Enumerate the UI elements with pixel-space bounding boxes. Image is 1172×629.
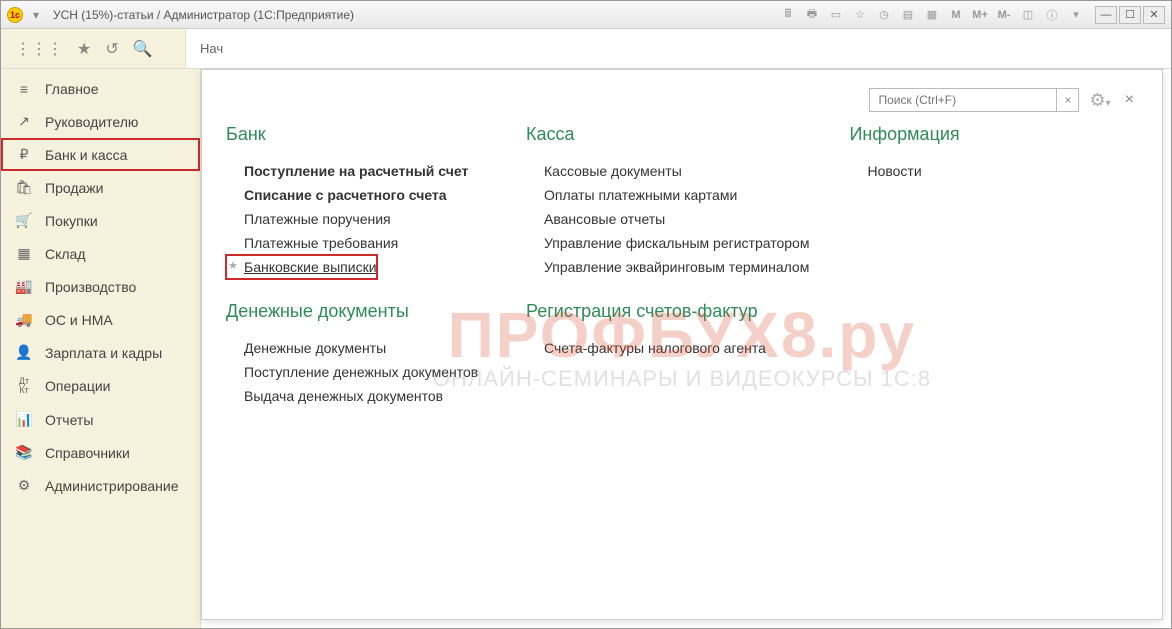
sidebar-icon: 🛒: [15, 212, 33, 229]
memory-m[interactable]: M: [947, 6, 965, 24]
sidebar-item-9[interactable]: ДтКт Операции: [1, 369, 200, 403]
menu-link[interactable]: Оплаты платежными картами: [526, 183, 809, 207]
panel-column-0: Банк Поступление на расчетный счетСписани…: [226, 124, 486, 408]
sidebar-icon: 🏭: [15, 278, 33, 295]
maximize-button[interactable]: ☐: [1119, 6, 1141, 24]
search-input[interactable]: [870, 93, 1056, 107]
column-title[interactable]: Денежные документы: [226, 301, 486, 322]
sidebar-item-12[interactable]: ⚙ Администрирование: [1, 469, 200, 502]
column-title[interactable]: Регистрация счетов-фактур: [526, 301, 809, 322]
memory-mplus[interactable]: M+: [971, 6, 989, 24]
menu-link[interactable]: Авансовые отчеты: [526, 207, 809, 231]
menu-link[interactable]: Платежные требования: [226, 231, 486, 255]
sidebar-label: Продажи: [45, 180, 103, 196]
sidebar-icon: ⚙: [15, 477, 33, 494]
sidebar-label: Руководителю: [45, 114, 138, 130]
sidebar-label: Операции: [45, 378, 111, 394]
sidebar-icon: ▦: [15, 245, 33, 262]
sidebar-item-0[interactable]: ≡ Главное: [1, 73, 200, 105]
sidebar-label: Отчеты: [45, 412, 93, 428]
info-icon[interactable]: ⓘ: [1043, 6, 1061, 24]
menu-link[interactable]: Поступление денежных документов: [226, 360, 486, 384]
clock-icon[interactable]: ◷: [875, 6, 893, 24]
history-icon[interactable]: ↺: [105, 39, 118, 59]
calc-icon[interactable]: 🖩: [779, 6, 797, 24]
menu-link[interactable]: Денежные документы: [226, 336, 486, 360]
search-icon[interactable]: 🔍: [133, 39, 153, 59]
sidebar-label: Зарплата и кадры: [45, 345, 162, 361]
doc-icon[interactable]: ▭: [827, 6, 845, 24]
sidebar-label: ОС и НМА: [45, 312, 113, 328]
sidebar-icon: ↗: [15, 113, 33, 130]
gear-icon[interactable]: ⚙▾: [1089, 90, 1110, 111]
panel-column-2: Информация Новости: [849, 124, 1109, 408]
sidebar-label: Склад: [45, 246, 86, 262]
panel-column-1: Касса Кассовые документыОплаты платежными…: [526, 124, 809, 408]
panel-icon[interactable]: ◫: [1019, 6, 1037, 24]
window-title: УСН (15%)-статьи / Администратор (1С:Пре…: [53, 8, 354, 22]
sidebar-item-11[interactable]: 📚 Справочники: [1, 436, 200, 469]
column-title[interactable]: Банк: [226, 124, 486, 145]
sidebar-icon: 📊: [15, 411, 33, 428]
sidebar-label: Справочники: [45, 445, 130, 461]
sidebar-item-8[interactable]: 👤 Зарплата и кадры: [1, 336, 200, 369]
minimize-button[interactable]: —: [1095, 6, 1117, 24]
sidebar-icon: ДтКт: [15, 377, 33, 395]
menu-link[interactable]: Выдача денежных документов: [226, 384, 486, 408]
sidebar-item-4[interactable]: 🛒 Покупки: [1, 204, 200, 237]
sidebar-item-2[interactable]: ₽ Банк и касса: [1, 138, 200, 171]
menu-link[interactable]: Кассовые документы: [526, 159, 809, 183]
print-icon[interactable]: 🖶: [803, 6, 821, 24]
section-panel: × ⚙▾ × Банк Поступление на расчетный счет…: [201, 69, 1163, 620]
sidebar-label: Банк и касса: [45, 147, 127, 163]
sidebar-icon: ₽: [15, 146, 33, 163]
sidebar-label: Покупки: [45, 213, 98, 229]
sidebar-item-5[interactable]: ▦ Склад: [1, 237, 200, 270]
top-toolbar: ⋮⋮⋮ ★ ↺ 🔍 Нач: [1, 29, 1171, 69]
sidebar: ≡ Главное ↗ Руководителю ₽ Банк и касса 🛍 Прода…: [1, 69, 201, 628]
menu-link[interactable]: Управление фискальным регистратором: [526, 231, 809, 255]
search-box: ×: [869, 88, 1079, 112]
memory-mminus[interactable]: M-: [995, 6, 1013, 24]
sidebar-icon: 👤: [15, 344, 33, 361]
sidebar-icon: 🚚: [15, 311, 33, 328]
sidebar-item-1[interactable]: ↗ Руководителю: [1, 105, 200, 138]
titlebar-tools: 🖩 🖶 ▭ ☆ ◷ ▤ ▦ M M+ M- ◫ ⓘ ▾: [779, 6, 1085, 24]
app-logo-icon: 1c: [7, 7, 23, 23]
titlebar: 1c ▾ УСН (15%)-статьи / Администратор (1…: [1, 1, 1171, 29]
sidebar-icon: ≡: [15, 81, 33, 97]
sidebar-label: Главное: [45, 81, 99, 97]
tab-hint: Нач: [186, 29, 1171, 68]
menu-link[interactable]: Платежные поручения: [226, 207, 486, 231]
sidebar-label: Производство: [45, 279, 136, 295]
search-clear-button[interactable]: ×: [1056, 89, 1078, 111]
panel-close-button[interactable]: ×: [1121, 91, 1138, 109]
sidebar-item-7[interactable]: 🚚 ОС и НМА: [1, 303, 200, 336]
menu-link[interactable]: Счета-фактуры налогового агента: [526, 336, 809, 360]
star-icon[interactable]: ☆: [851, 6, 869, 24]
menu-link[interactable]: Управление эквайринговым терминалом: [526, 255, 809, 279]
apps-icon[interactable]: ⋮⋮⋮: [15, 39, 63, 59]
sidebar-item-6[interactable]: 🏭 Производство: [1, 270, 200, 303]
sidebar-item-3[interactable]: 🛍 Продажи: [1, 171, 200, 204]
dropdown-icon[interactable]: ▾: [1067, 6, 1085, 24]
menu-link[interactable]: Банковские выписки: [226, 255, 377, 279]
menu-link[interactable]: Списание с расчетного счета: [226, 183, 486, 207]
grid-icon[interactable]: ▦: [923, 6, 941, 24]
sidebar-icon: 🛍: [15, 179, 33, 196]
menu-link[interactable]: Поступление на расчетный счет: [226, 159, 486, 183]
column-title[interactable]: Информация: [849, 124, 1109, 145]
sidebar-item-10[interactable]: 📊 Отчеты: [1, 403, 200, 436]
favorite-icon[interactable]: ★: [77, 39, 91, 59]
sidebar-label: Администрирование: [45, 478, 179, 494]
close-button[interactable]: ✕: [1143, 6, 1165, 24]
sidebar-icon: 📚: [15, 444, 33, 461]
menu-link[interactable]: Новости: [849, 159, 1109, 183]
column-title[interactable]: Касса: [526, 124, 809, 145]
calc2-icon[interactable]: ▤: [899, 6, 917, 24]
app-menu-dropdown[interactable]: ▾: [29, 8, 43, 22]
